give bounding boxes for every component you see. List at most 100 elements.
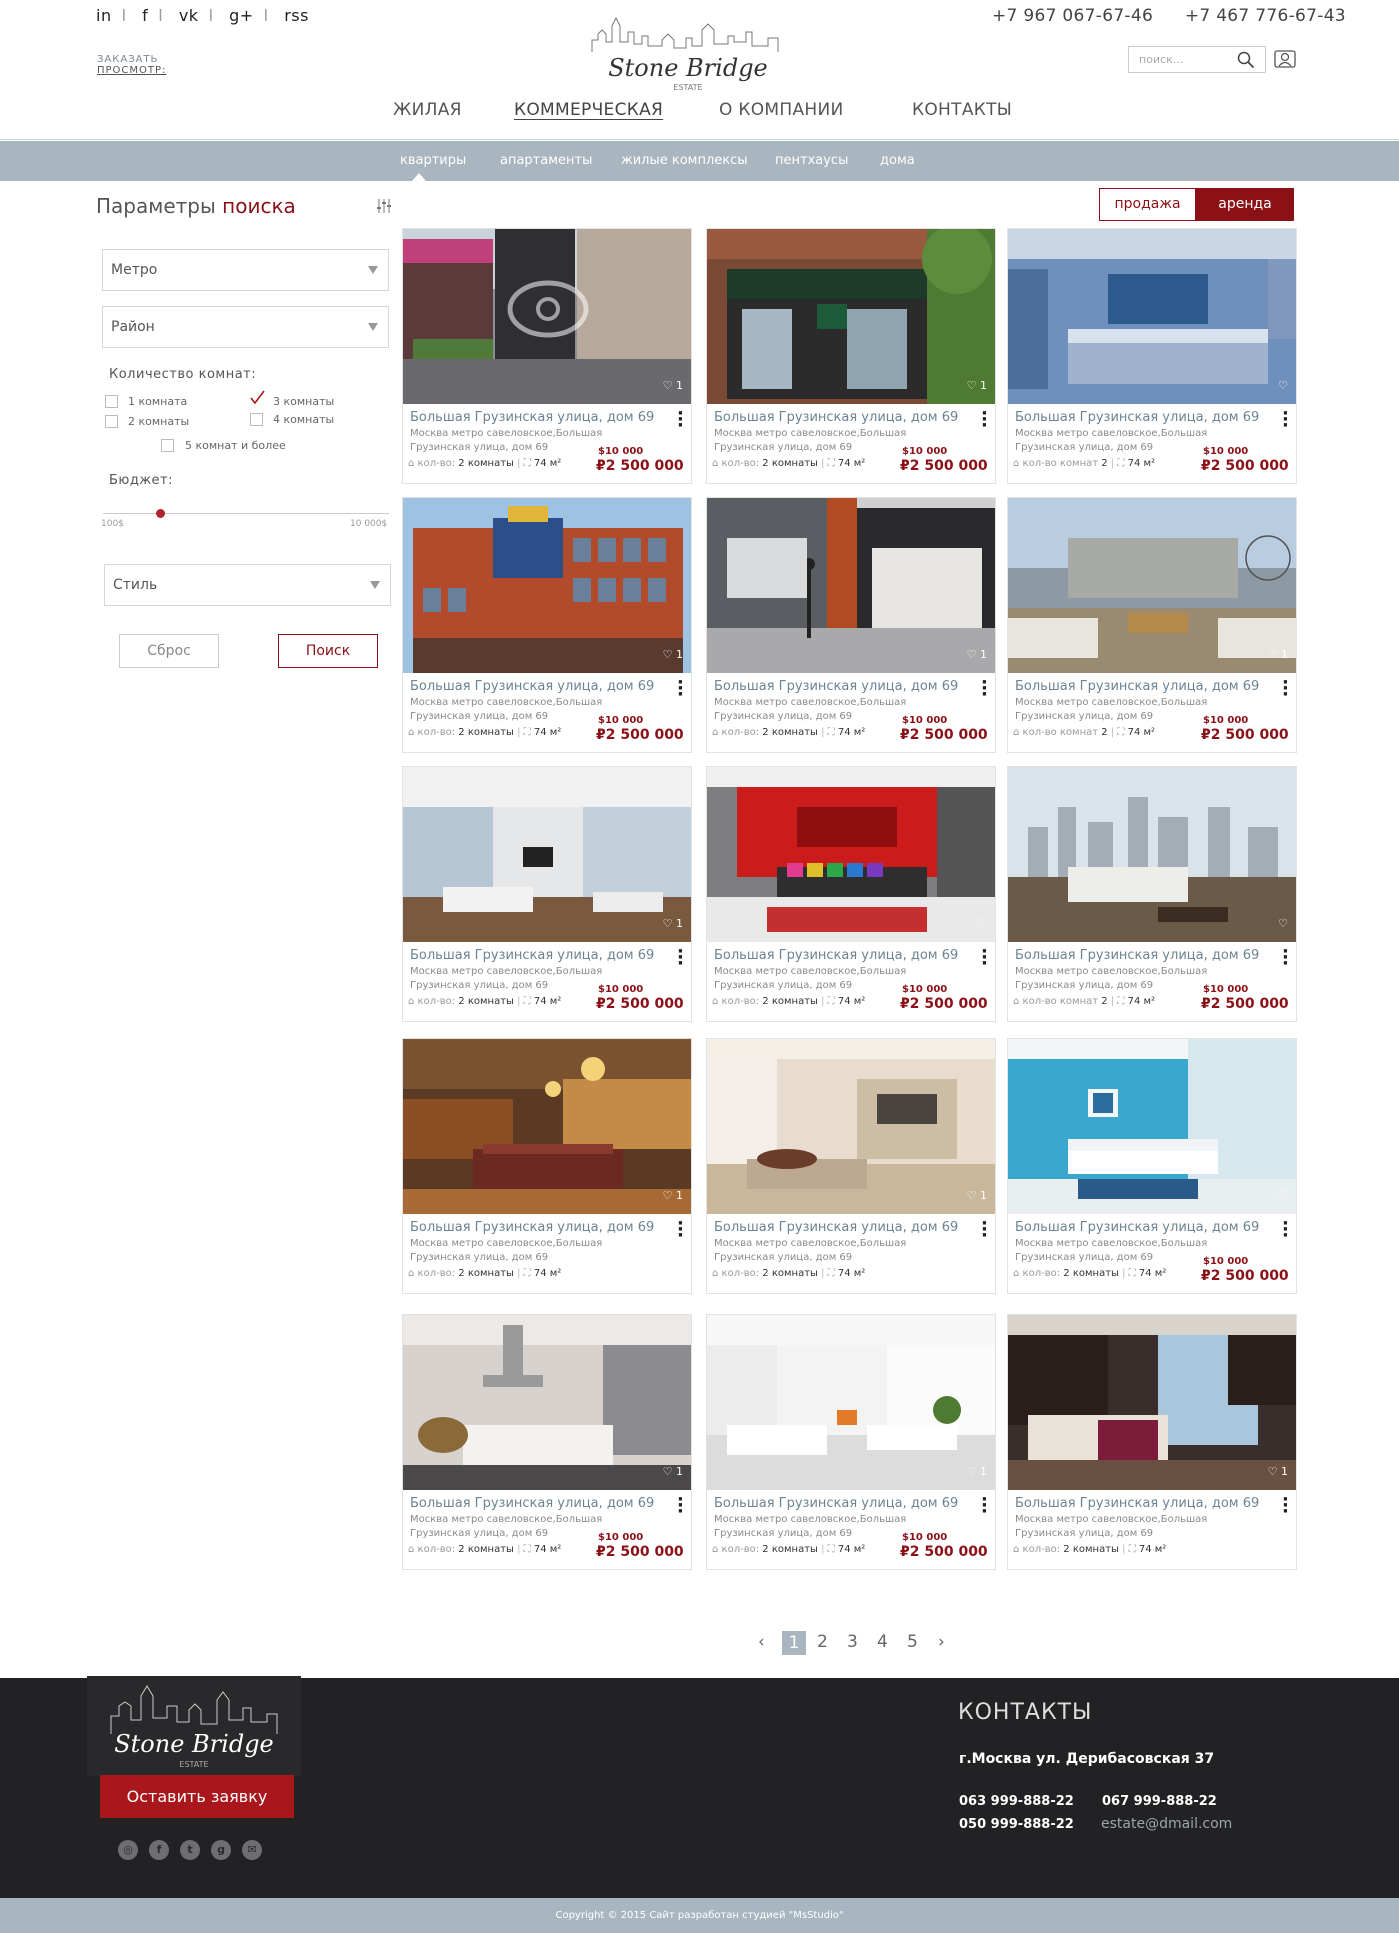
phone-2[interactable]: +7 467 776-67-43 bbox=[1185, 6, 1346, 26]
page-1[interactable]: 1 bbox=[782, 1631, 806, 1655]
listing-card[interactable]: ♡ 1 Большая Грузинская улица, дом 69 · · · Мо… bbox=[402, 1038, 692, 1294]
more-options-icon[interactable]: · · · bbox=[981, 674, 988, 704]
room-checkbox-4[interactable] bbox=[250, 413, 263, 426]
subnav-penthouses[interactable]: пентхаусы bbox=[775, 153, 848, 168]
like-heart-icon[interactable]: ♡ 1 bbox=[663, 1465, 683, 1478]
listing-title[interactable]: Большая Грузинская улица, дом 69 bbox=[714, 948, 958, 963]
listing-title[interactable]: Большая Грузинская улица, дом 69 bbox=[410, 1496, 654, 1511]
listing-card[interactable]: ♡ Большая Грузинская улица, дом 69 · · · Мос… bbox=[1007, 766, 1297, 1022]
listing-card[interactable]: ♡ 1 Большая Грузинская улица, дом 69 · · · Мо… bbox=[402, 766, 692, 1022]
listing-card[interactable]: ♡ Большая Грузинская улица, дом 69 · · · Мос… bbox=[706, 766, 996, 1022]
social-link-linkedin[interactable]: in bbox=[96, 6, 112, 25]
listing-title[interactable]: Большая Грузинская улица, дом 69 bbox=[1015, 948, 1259, 963]
like-heart-icon[interactable]: ♡ 1 bbox=[967, 1189, 987, 1202]
like-heart-icon[interactable]: ♡ bbox=[1278, 1189, 1288, 1202]
listing-card[interactable]: ♡ 1 Большая Грузинская улица, дом 69 · · · Мо… bbox=[402, 228, 692, 484]
more-options-icon[interactable]: · · · bbox=[1282, 1491, 1289, 1521]
listing-photo[interactable] bbox=[1008, 229, 1296, 404]
like-heart-icon[interactable]: ♡ 1 bbox=[967, 1465, 987, 1478]
more-options-icon[interactable]: · · · bbox=[1282, 405, 1289, 435]
listing-title[interactable]: Большая Грузинская улица, дом 69 bbox=[714, 410, 958, 425]
mail-icon[interactable]: ✉ bbox=[242, 1840, 262, 1860]
listing-card[interactable]: ♡ 1 Большая Грузинская улица, дом 69 · · · Мо… bbox=[402, 1314, 692, 1570]
budget-slider-handle[interactable] bbox=[156, 509, 166, 518]
listing-card[interactable]: ♡ 1 Большая Грузинская улица, дом 69 · · · Мо… bbox=[402, 497, 692, 753]
social-link-googleplus[interactable]: g+ bbox=[229, 6, 254, 25]
more-options-icon[interactable]: · · · bbox=[1282, 1215, 1289, 1245]
more-options-icon[interactable]: · · · bbox=[677, 1215, 684, 1245]
search-input[interactable]: поиск... bbox=[1128, 46, 1266, 73]
room-checkbox-5plus[interactable] bbox=[161, 439, 174, 452]
nav-commercial[interactable]: КОММЕРЧЕСКАЯ bbox=[514, 100, 663, 120]
tab-rent[interactable]: аренда bbox=[1196, 188, 1294, 221]
listing-card[interactable]: ♡ 1 Большая Грузинская улица, дом 69 · · · Мо… bbox=[706, 497, 996, 753]
listing-card[interactable]: ♡ Большая Грузинская улица, дом 69 · · · Мос… bbox=[1007, 1038, 1297, 1294]
more-options-icon[interactable]: · · · bbox=[981, 405, 988, 435]
like-heart-icon[interactable]: ♡ 1 bbox=[663, 1189, 683, 1202]
listing-photo[interactable] bbox=[1008, 1039, 1296, 1214]
reset-button[interactable]: Сброс bbox=[119, 634, 219, 668]
site-logo[interactable]: Stone Bridge ESTATE bbox=[582, 12, 794, 92]
listing-card[interactable]: ♡ Большая Грузинская улица, дом 69 · · · Мос… bbox=[1007, 228, 1297, 484]
instagram-icon[interactable]: ◎ bbox=[118, 1840, 138, 1860]
listing-photo[interactable] bbox=[707, 767, 995, 942]
order-viewing-link[interactable]: ЗАКАЗАТЬ ПРОСМОТР: bbox=[97, 54, 166, 76]
listing-photo[interactable] bbox=[707, 229, 995, 404]
listing-card[interactable]: ♡ 1 Большая Грузинская улица, дом 69 · · · Мо… bbox=[706, 1314, 996, 1570]
footer-logo[interactable]: Stone Bridge ESTATE bbox=[87, 1676, 301, 1776]
like-heart-icon[interactable]: ♡ bbox=[1278, 917, 1288, 930]
more-options-icon[interactable]: · · · bbox=[981, 943, 988, 973]
listing-photo[interactable] bbox=[403, 1315, 691, 1490]
like-heart-icon[interactable]: ♡ 1 bbox=[1268, 648, 1288, 661]
facebook-icon[interactable]: f bbox=[149, 1840, 169, 1860]
listing-title[interactable]: Большая Грузинская улица, дом 69 bbox=[1015, 1220, 1259, 1235]
subnav-apartments[interactable]: квартиры bbox=[400, 153, 466, 168]
social-link-rss[interactable]: rss bbox=[284, 6, 309, 25]
listing-title[interactable]: Большая Грузинская улица, дом 69 bbox=[714, 679, 958, 694]
social-link-vk[interactable]: vk bbox=[179, 6, 199, 25]
like-heart-icon[interactable]: ♡ bbox=[1278, 379, 1288, 392]
listing-photo[interactable] bbox=[1008, 1315, 1296, 1490]
budget-slider-track[interactable] bbox=[103, 513, 389, 514]
like-heart-icon[interactable]: ♡ 1 bbox=[663, 379, 683, 392]
listing-photo[interactable] bbox=[403, 229, 691, 404]
googleplus-icon[interactable]: g bbox=[211, 1840, 231, 1860]
filter-sliders-icon[interactable] bbox=[376, 198, 392, 214]
listing-photo[interactable] bbox=[707, 1039, 995, 1214]
like-heart-icon[interactable]: ♡ bbox=[977, 917, 987, 930]
style-select[interactable]: Стиль bbox=[104, 564, 391, 606]
more-options-icon[interactable]: · · · bbox=[1282, 943, 1289, 973]
listing-card[interactable]: ♡ 1 Большая Грузинская улица, дом 69 · · · Мо… bbox=[1007, 497, 1297, 753]
footer-phone-2[interactable]: 050 999-888-22 bbox=[959, 1817, 1074, 1832]
nav-contacts[interactable]: КОНТАКТЫ bbox=[912, 100, 1012, 120]
page-3[interactable]: 3 bbox=[847, 1632, 858, 1652]
more-options-icon[interactable]: · · · bbox=[677, 674, 684, 704]
twitter-icon[interactable]: t bbox=[180, 1840, 200, 1860]
listing-card[interactable]: ♡ 1 Большая Грузинская улица, дом 69 · · · Мо… bbox=[1007, 1314, 1297, 1570]
listing-title[interactable]: Большая Грузинская улица, дом 69 bbox=[1015, 410, 1259, 425]
prev-page-chevron-icon[interactable]: ‹ bbox=[758, 1632, 765, 1652]
more-options-icon[interactable]: · · · bbox=[677, 405, 684, 435]
search-button[interactable]: Поиск bbox=[278, 634, 378, 668]
like-heart-icon[interactable]: ♡ 1 bbox=[663, 917, 683, 930]
more-options-icon[interactable]: · · · bbox=[981, 1491, 988, 1521]
user-account-icon[interactable] bbox=[1274, 48, 1296, 70]
like-heart-icon[interactable]: ♡ 1 bbox=[967, 379, 987, 392]
listing-card[interactable]: ♡ 1 Большая Грузинская улица, дом 69 · · · Мо… bbox=[706, 228, 996, 484]
subnav-houses[interactable]: дома bbox=[880, 153, 915, 168]
district-select[interactable]: Район bbox=[102, 306, 389, 348]
page-4[interactable]: 4 bbox=[877, 1632, 888, 1652]
listing-title[interactable]: Большая Грузинская улица, дом 69 bbox=[410, 410, 654, 425]
listing-title[interactable]: Большая Грузинская улица, дом 69 bbox=[714, 1496, 958, 1511]
leave-request-button[interactable]: Оставить заявку bbox=[100, 1775, 294, 1818]
subnav-complexes[interactable]: жилые комплексы bbox=[621, 153, 748, 168]
listing-title[interactable]: Большая Грузинская улица, дом 69 bbox=[1015, 1496, 1259, 1511]
more-options-icon[interactable]: · · · bbox=[677, 943, 684, 973]
subnav-aparthotels[interactable]: апартаменты bbox=[500, 153, 592, 168]
listing-title[interactable]: Большая Грузинская улица, дом 69 bbox=[410, 1220, 654, 1235]
listing-photo[interactable] bbox=[1008, 767, 1296, 942]
like-heart-icon[interactable]: ♡ 1 bbox=[663, 648, 683, 661]
more-options-icon[interactable]: · · · bbox=[677, 1491, 684, 1521]
nav-about[interactable]: О КОМПАНИИ bbox=[719, 100, 844, 120]
footer-phone-3[interactable]: 067 999-888-22 bbox=[1102, 1794, 1217, 1809]
